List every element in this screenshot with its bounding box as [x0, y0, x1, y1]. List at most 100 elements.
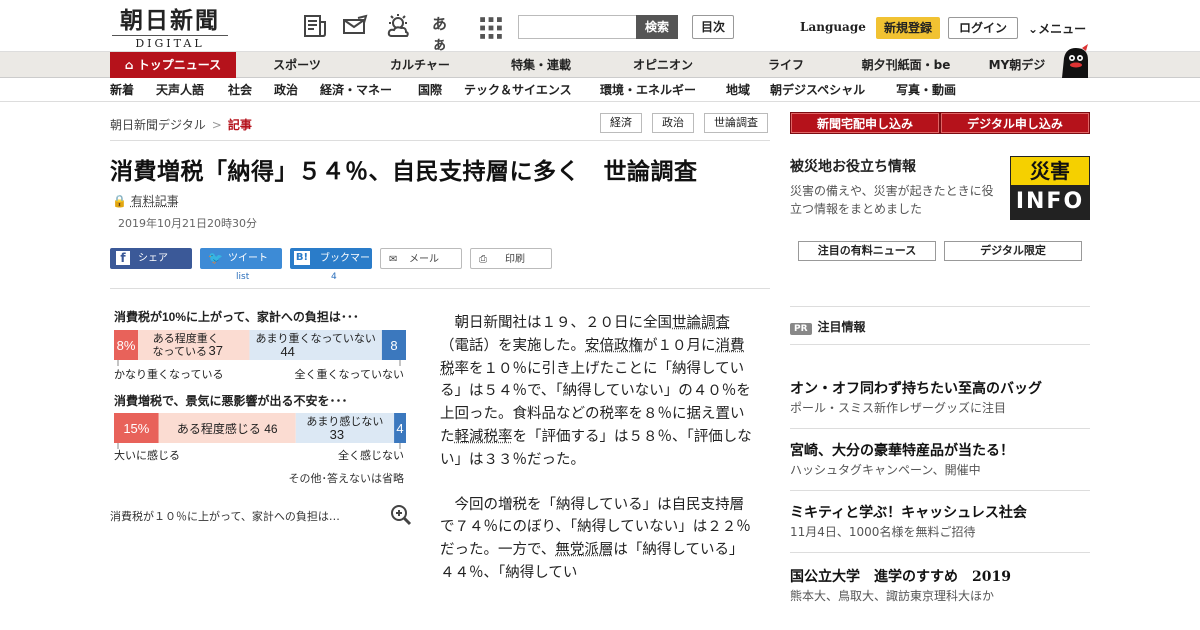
- breadcrumb-current: 記事: [227, 118, 252, 132]
- tweet-label: ツイート: [228, 253, 268, 264]
- mascot-icon[interactable]: [1058, 44, 1092, 78]
- facebook-icon: f: [116, 251, 130, 265]
- chart2-high-label: 全く感じない: [338, 448, 404, 462]
- disaster-badge-bottom: INFO: [1011, 185, 1089, 219]
- pr-item-sub: ポール・スミス新作レザーグッズに注目: [790, 401, 1007, 415]
- pr-item-sub: 11月4日、1000名様を無料ご招待: [790, 525, 976, 539]
- pr-item-sub: ハッシュタグキャンペーン、開催中: [790, 463, 981, 477]
- pr-item-title: オン・オフ同わず持ちたい至高のバッグ: [790, 381, 1042, 397]
- article-paragraph: 今回の増税を「納得している」は自民支持層で７４％にのぼり、「納得していない」は２…: [440, 496, 751, 581]
- tag-poll[interactable]: 世論調査: [704, 113, 768, 133]
- mail-share-button[interactable]: ✉ メール: [380, 248, 462, 269]
- tweet-count[interactable]: list: [236, 272, 249, 282]
- hatena-bookmark-button[interactable]: B! ブックマーク: [290, 248, 372, 285]
- mail-label: メール: [409, 254, 439, 265]
- font-size-icon[interactable]: あぁ: [432, 14, 458, 53]
- divider: [790, 552, 1090, 553]
- nav-my-asahi[interactable]: MY朝デジ: [982, 52, 1052, 78]
- keyword-link[interactable]: 無党派層: [555, 542, 613, 558]
- pr-item[interactable]: ミキティと学ぶ！キャッシュレス社会 11月4日、1000名様を無料ご招待: [790, 504, 1090, 542]
- mail-icon[interactable]: [342, 14, 368, 38]
- chart1-title: 消費税が10%に上がって、家計への負担は･･･: [114, 309, 359, 324]
- search-button[interactable]: 検索: [636, 15, 678, 39]
- zoom-icon[interactable]: [390, 504, 412, 526]
- twitter-share-button[interactable]: 🐦 ツイート: [200, 248, 282, 269]
- paid-news-tab[interactable]: 注目の有料ニュース: [798, 241, 936, 261]
- divider: [790, 306, 1090, 307]
- search-input[interactable]: [518, 15, 636, 39]
- nav2-politics[interactable]: 政治: [274, 78, 298, 102]
- facebook-share-button[interactable]: f シェア: [110, 248, 192, 269]
- divider: [790, 490, 1090, 491]
- grid-icon[interactable]: [478, 16, 504, 40]
- news-icon[interactable]: [302, 14, 328, 38]
- nav2-society[interactable]: 社会: [228, 78, 252, 102]
- nav-opinion[interactable]: オピニオン: [622, 52, 704, 78]
- nav2-tech[interactable]: テック＆サイエンス: [464, 78, 572, 102]
- chart1-bar-value: 8: [390, 338, 397, 353]
- nav2-economy[interactable]: 経済・マネー: [320, 78, 392, 102]
- contents-button[interactable]: 目次: [692, 15, 734, 39]
- pr-item[interactable]: 宮崎、大分の豪華特産品が当たる！ ハッシュタグキャンペーン、開催中: [790, 442, 1090, 480]
- paid-badge[interactable]: 🔒 有料記事: [112, 192, 179, 209]
- image-caption: 消費税が１０％に上がって、家計への負担は…: [110, 510, 340, 523]
- nav-newspaper[interactable]: 朝夕刊紙面・be: [856, 52, 956, 78]
- keyword-link[interactable]: 世論調査: [672, 315, 730, 331]
- site-logo[interactable]: 朝日新聞 DIGITAL: [112, 8, 228, 50]
- disaster-badge-top: 災害: [1030, 159, 1070, 183]
- pr-item[interactable]: 国公立大学 進学のすすめ 2019 熊本大、鳥取大、諏訪東京理科大ほか: [790, 568, 1090, 606]
- poll-chart[interactable]: 消費税が10%に上がって、家計への負担は･･･ 8% ある程度重くなっている 37 あ…: [112, 308, 408, 490]
- nav2-photo[interactable]: 写真・動画: [896, 78, 956, 102]
- nav-life[interactable]: ライフ: [758, 52, 814, 78]
- nav2-region[interactable]: 地域: [726, 78, 750, 102]
- bookmark-count[interactable]: 4: [331, 272, 337, 282]
- chart1-high-label: 全く重くなっていない: [295, 367, 404, 381]
- chevron-down-icon: ⌄: [1028, 22, 1039, 36]
- digital-apply-button[interactable]: デジタル申し込み: [940, 112, 1090, 134]
- home-delivery-button[interactable]: 新聞宅配申し込み: [790, 112, 940, 134]
- bookmark-label: ブックマーク: [320, 253, 370, 285]
- nav2-tenseijingo[interactable]: 天声人語: [156, 78, 204, 102]
- menu-button[interactable]: ⌄メニュー: [1028, 20, 1086, 37]
- divider: [790, 428, 1090, 429]
- tag-politics[interactable]: 政治: [652, 113, 694, 133]
- tag-economy[interactable]: 経済: [600, 113, 642, 133]
- nav2-special[interactable]: 朝デジスペシャル: [770, 78, 865, 102]
- logo-sub: DIGITAL: [112, 35, 228, 50]
- keyword-link[interactable]: 安倍政権: [585, 338, 643, 354]
- disaster-info-badge[interactable]: 災害 INFO: [1010, 156, 1090, 220]
- chart1-bar-label: ある程度重くなっている 37: [153, 331, 223, 358]
- breadcrumb-home[interactable]: 朝日新聞デジタル: [110, 118, 206, 132]
- nav-top-news[interactable]: ⌂ トップニュース: [110, 52, 236, 78]
- menu-label: メニュー: [1038, 22, 1087, 36]
- breadcrumb-sep: >: [211, 118, 222, 132]
- chart1-bar-value: 8%: [117, 338, 136, 353]
- disaster-desc: 災害の備えや、災害が起きたときに役立つ情報をまとめました: [790, 184, 994, 216]
- signup-button[interactable]: 新規登録: [876, 17, 940, 39]
- keyword-link[interactable]: 軽減税率: [455, 429, 513, 445]
- weather-icon[interactable]: [386, 14, 412, 38]
- nav2-international[interactable]: 国際: [418, 78, 442, 102]
- nav-label: トップニュース: [137, 58, 222, 72]
- lock-icon: 🔒: [112, 194, 127, 208]
- print-button[interactable]: ⎙ 印刷: [470, 248, 552, 269]
- nav2-environment[interactable]: 環境・エネルギー: [600, 78, 696, 102]
- nav-features[interactable]: 特集・連載: [500, 52, 582, 78]
- digital-limited-tab[interactable]: デジタル限定: [944, 241, 1082, 261]
- pr-item[interactable]: オン・オフ同わず持ちたい至高のバッグ ポール・スミス新作レザーグッズに注目: [790, 380, 1090, 418]
- chart2-bar-label: ある程度感じる 46: [177, 421, 278, 436]
- paid-label: 有料記事: [130, 194, 179, 208]
- primary-nav: ⌂ トップニュース スポーツ カルチャー 特集・連載 オピニオン ライフ 朝夕刊…: [0, 52, 1200, 78]
- nav2-new[interactable]: 新着: [110, 78, 134, 102]
- login-button[interactable]: ログイン: [948, 17, 1018, 39]
- nav-culture[interactable]: カルチャー: [380, 52, 460, 78]
- nav-sports[interactable]: スポーツ: [262, 52, 332, 78]
- pr-header: PR 注目情報: [790, 318, 866, 335]
- language-link[interactable]: Language: [800, 20, 866, 34]
- breadcrumb: 朝日新聞デジタル > 記事: [110, 116, 252, 133]
- divider: [790, 344, 1090, 345]
- pr-item-title: 宮崎、大分の豪華特産品が当たる！: [790, 443, 1014, 459]
- divider: [110, 288, 770, 289]
- chart2-title: 消費増税で、景気に悪影響が出る不安を･･･: [114, 393, 348, 408]
- chart2-bar-value: 15%: [123, 421, 149, 436]
